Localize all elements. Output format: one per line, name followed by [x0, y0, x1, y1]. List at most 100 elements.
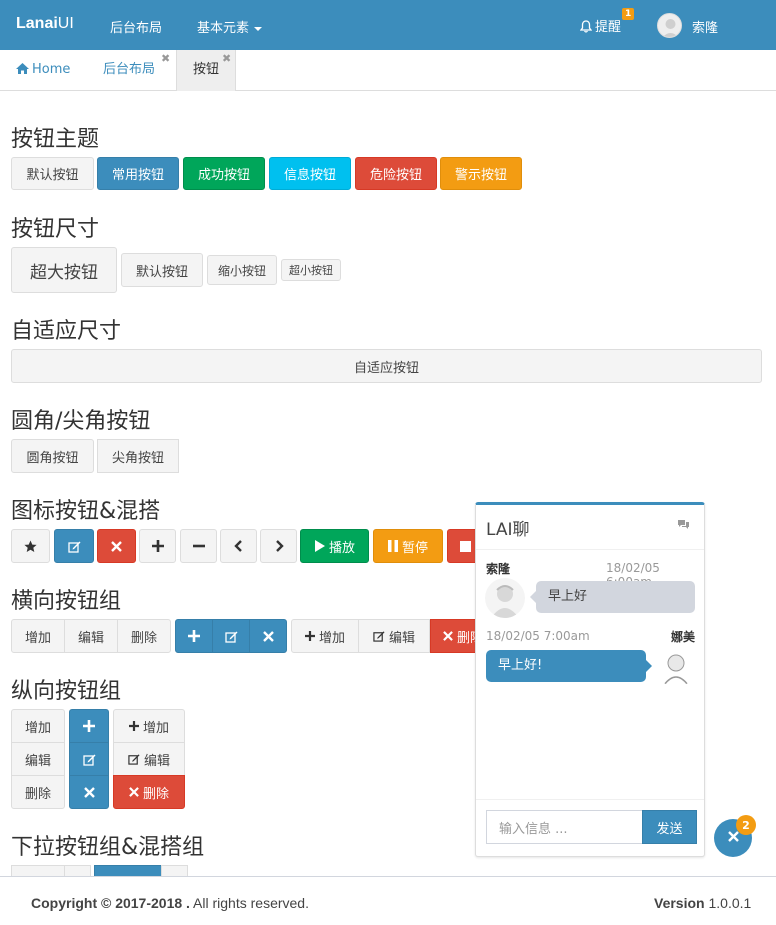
- chat-msg-name: 娜美: [671, 630, 696, 644]
- top-navbar: LanaiUI 后台布局 基本元素 提醒 1 索隆: [0, 0, 776, 50]
- close-icon[interactable]: ✖: [222, 53, 231, 64]
- minus-button[interactable]: [180, 529, 217, 563]
- hgroup-add-button[interactable]: 增加: [11, 619, 65, 653]
- block-button[interactable]: 自适应按钮: [11, 349, 762, 383]
- chat-avatar: [656, 647, 696, 687]
- stop-icon: [460, 540, 471, 552]
- vgroup-mixed-add-button[interactable]: 增加: [113, 709, 185, 743]
- footer: Copyright © 2017-2018 . All rights reser…: [0, 876, 776, 925]
- default-size-button[interactable]: 默认按钮: [121, 253, 203, 287]
- chat-divider: [476, 549, 704, 550]
- xs-button[interactable]: 超小按钮: [281, 259, 341, 281]
- caret-down-icon: [254, 26, 263, 31]
- star-button[interactable]: [11, 529, 50, 563]
- plus-button[interactable]: [139, 529, 176, 563]
- warning-button[interactable]: 警示按钮: [440, 157, 522, 190]
- hgroup-plus-button[interactable]: [175, 619, 213, 653]
- close-icon: [129, 787, 139, 797]
- edit-icon: [128, 753, 140, 765]
- info-button[interactable]: 信息按钮: [269, 157, 351, 190]
- primary-button[interactable]: 常用按钮: [97, 157, 179, 190]
- close-icon: [262, 630, 274, 642]
- chevron-left-icon: [233, 540, 244, 552]
- section-title-icons: 图标按钮&混搭: [11, 499, 161, 524]
- play-icon: [314, 540, 325, 552]
- edit-icon: [224, 630, 238, 643]
- tab-bar: Home 后台布局 ✖ 按钮 ✖: [0, 50, 776, 91]
- danger-button[interactable]: 危险按钮: [355, 157, 437, 190]
- pause-icon: [387, 540, 398, 552]
- success-button[interactable]: 成功按钮: [183, 157, 265, 190]
- nav-link-layout[interactable]: 后台布局: [110, 17, 162, 36]
- chat-bubble: 早上好: [536, 581, 695, 613]
- play-button[interactable]: 播放: [300, 529, 369, 563]
- chat-title: LAI聊: [486, 520, 530, 540]
- hgroup-mixed-delete-button[interactable]: 删除: [430, 619, 480, 653]
- hgroup-mixed-add-button[interactable]: 增加: [291, 619, 359, 653]
- vgroup-edit-icon-button[interactable]: [69, 742, 109, 776]
- send-button[interactable]: 发送: [642, 810, 697, 844]
- delete-icon-button[interactable]: [97, 529, 136, 563]
- vgroup-delete-button[interactable]: 删除: [11, 775, 65, 809]
- brand-logo[interactable]: LanaiUI: [16, 15, 74, 33]
- tab-layout[interactable]: 后台布局: [103, 50, 155, 91]
- default-button[interactable]: 默认按钮: [11, 157, 94, 190]
- large-button[interactable]: 超大按钮: [11, 247, 117, 293]
- nav-link-elements[interactable]: 基本元素: [197, 17, 263, 36]
- close-icon[interactable]: ✖: [161, 53, 170, 64]
- edit-icon: [67, 540, 81, 553]
- chevron-right-icon: [274, 540, 284, 552]
- plus-icon: [128, 721, 139, 731]
- plus-icon: [188, 630, 200, 642]
- section-title-hgroup: 横向按钮组: [11, 589, 122, 614]
- vgroup-delete-icon-button[interactable]: [69, 775, 109, 809]
- close-icon: [443, 631, 453, 641]
- rounded-button[interactable]: 圆角按钮: [11, 439, 94, 473]
- vgroup-plus-button[interactable]: [69, 709, 109, 743]
- close-icon: [727, 830, 739, 846]
- section-title-themes: 按钮主题: [11, 127, 100, 152]
- square-button[interactable]: 尖角按钮: [97, 439, 179, 473]
- edit-icon: [373, 630, 385, 642]
- user-avatar[interactable]: [657, 13, 682, 38]
- section-title-block: 自适应尺寸: [11, 319, 122, 344]
- star-icon: [24, 540, 37, 553]
- plus-icon: [151, 540, 164, 552]
- section-title-dropdown: 下拉按钮组&混搭组: [11, 835, 205, 860]
- vgroup-add-button[interactable]: 增加: [11, 709, 65, 743]
- section-title-radius: 圆角/尖角按钮: [11, 409, 151, 434]
- copyright-text: Copyright © 2017-2018 . All rights reser…: [31, 895, 309, 911]
- prev-button[interactable]: [220, 529, 257, 563]
- hgroup-delete-button[interactable]: 删除: [117, 619, 171, 653]
- chat-panel: LAI聊 索隆 18/02/05 6:00am 早上好 18/02/05 7:0…: [475, 502, 705, 857]
- section-title-sizes: 按钮尺寸: [11, 217, 100, 242]
- version-text: Version 1.0.0.1: [654, 895, 752, 911]
- hgroup-mixed-edit-button[interactable]: 编辑: [358, 619, 430, 653]
- bubble-arrow: [530, 591, 536, 603]
- hgroup-delete-icon-button[interactable]: [249, 619, 287, 653]
- next-button[interactable]: [260, 529, 297, 563]
- comments-icon[interactable]: [677, 519, 690, 534]
- chat-footer-divider: [476, 799, 704, 800]
- chat-avatar: [485, 578, 525, 618]
- section-title-vgroup: 纵向按钮组: [11, 679, 122, 704]
- chat-message-input[interactable]: 输入信息 ...: [486, 810, 643, 844]
- home-icon: [16, 51, 29, 91]
- bell-icon: [579, 20, 593, 37]
- vgroup-edit-button[interactable]: 编辑: [11, 742, 65, 776]
- vgroup-mixed-delete-button[interactable]: 删除: [113, 775, 185, 809]
- hgroup-edit-icon-button[interactable]: [212, 619, 250, 653]
- close-icon: [111, 540, 122, 552]
- hgroup-edit-button[interactable]: 编辑: [64, 619, 118, 653]
- tab-home[interactable]: Home: [16, 50, 70, 91]
- chat-msg-time: 18/02/05 7:00am: [486, 629, 590, 643]
- chat-count-badge: 2: [736, 815, 756, 835]
- edit-icon-button[interactable]: [54, 529, 94, 563]
- small-button[interactable]: 缩小按钮: [207, 255, 277, 285]
- chat-bubble: 早上好!: [486, 650, 646, 682]
- user-name[interactable]: 索隆: [692, 17, 718, 36]
- pause-button[interactable]: 暂停: [373, 529, 443, 563]
- plus-icon: [83, 720, 95, 732]
- vgroup-mixed-edit-button[interactable]: 编辑: [113, 742, 185, 776]
- remind-button[interactable]: 提醒: [579, 16, 621, 37]
